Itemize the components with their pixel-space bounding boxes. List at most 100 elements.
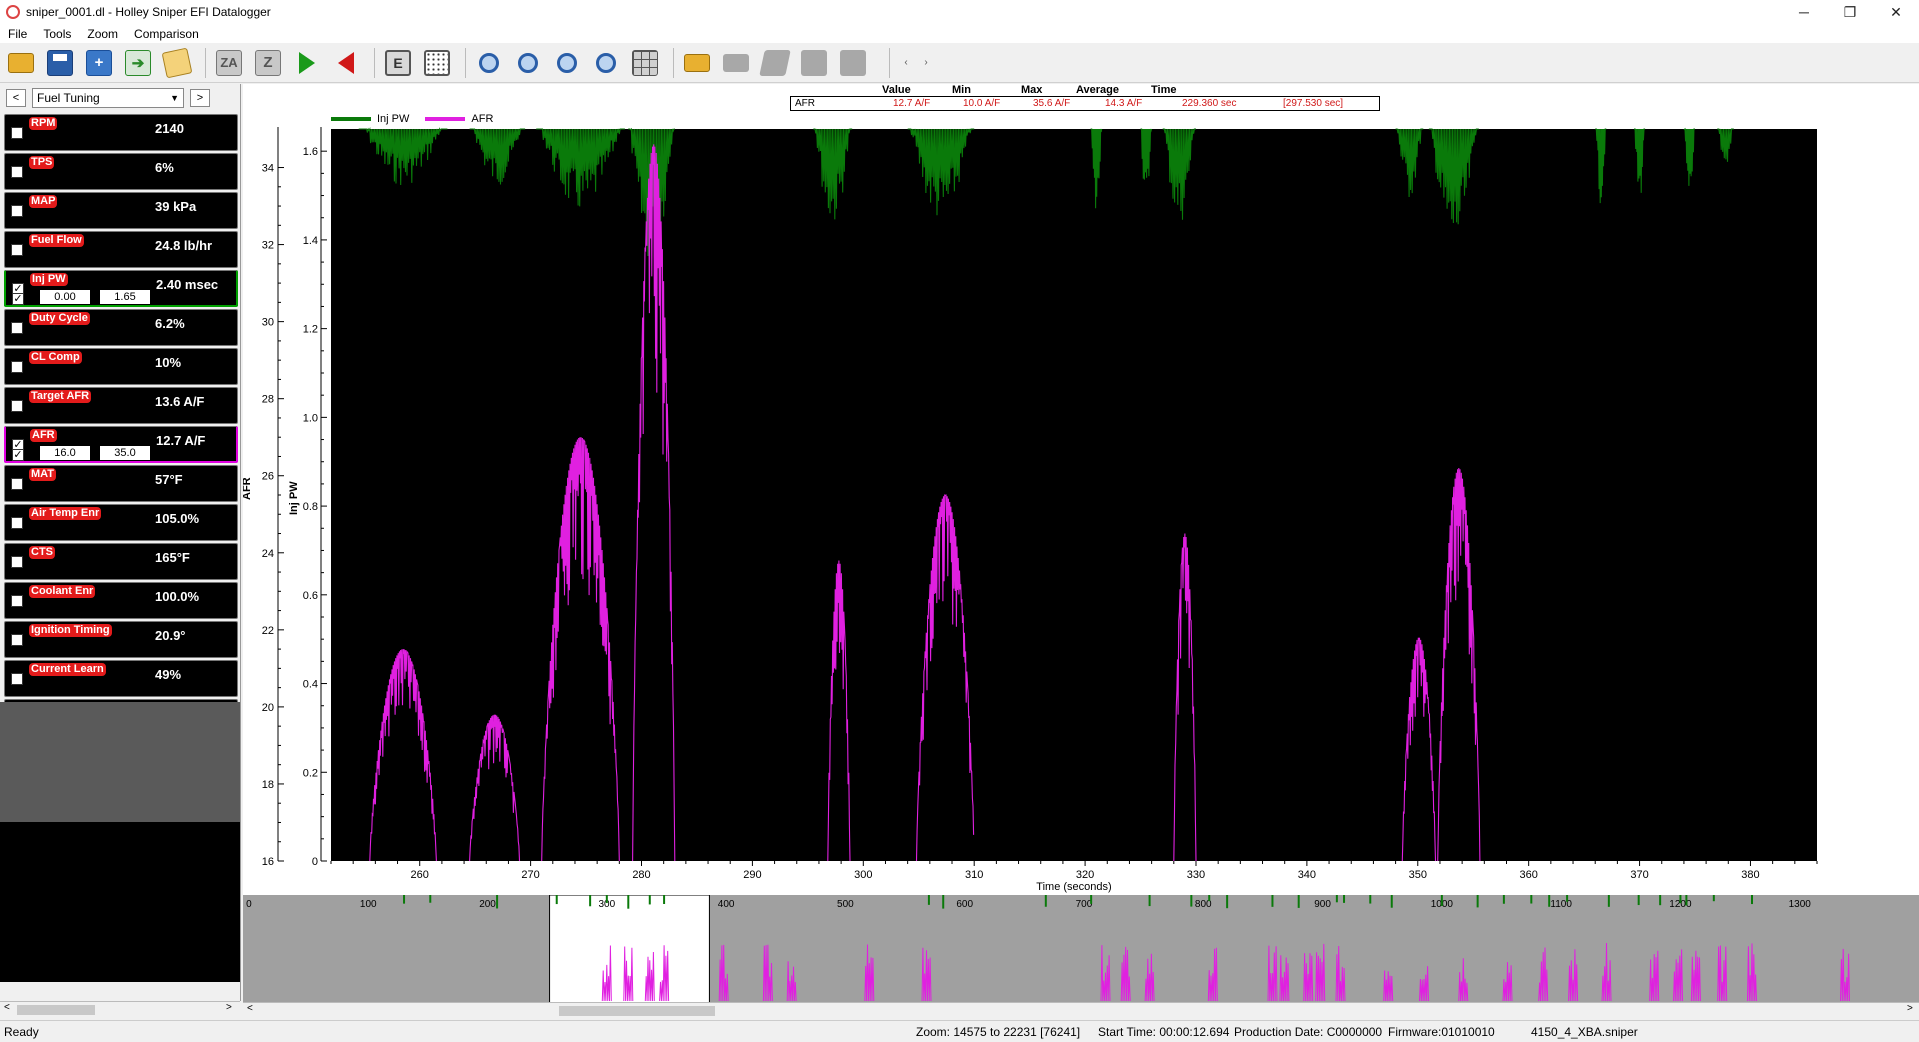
restore-button[interactable]: ❐ xyxy=(1827,0,1873,24)
channel-checkbox-fuel-flow[interactable] xyxy=(11,244,23,256)
minimize-button[interactable]: ─ xyxy=(1781,0,1827,24)
scroll-left-arrow[interactable]: < xyxy=(4,1002,10,1013)
zoom-out-icon xyxy=(518,52,538,73)
gray-square-button[interactable] xyxy=(797,47,831,79)
main-chart[interactable]: 1618202224262830323400.20.40.60.81.01.21… xyxy=(243,84,1919,895)
channel-row[interactable]: Fuel Flow 24.8 lb/hr xyxy=(4,231,238,268)
compare-gray-button[interactable] xyxy=(758,47,792,79)
e-button[interactable]: E xyxy=(381,47,415,79)
channel-row[interactable]: Target AFR 13.6 A/F xyxy=(4,387,238,424)
x-tick-label: 360 xyxy=(1519,869,1537,881)
afr-tick-label: 16 xyxy=(262,856,274,868)
toolbar-scroll-left[interactable]: ‹ xyxy=(896,50,916,76)
close-button[interactable]: ✕ xyxy=(1873,0,1919,24)
open-compare-button[interactable] xyxy=(680,47,714,79)
overview-chart[interactable]: 0100200300400500600700800900100011001200… xyxy=(243,894,1919,1004)
channel-checkbox-ignition-timing[interactable] xyxy=(11,634,23,646)
chart-area[interactable]: 16 18 20 22 24 26 28 30 32 34 0 0.2 0.4 0.6 0.8 1.0 1.2 1… xyxy=(243,84,1919,895)
folder-gray-button[interactable] xyxy=(719,47,753,79)
zoom-reset-button[interactable]: Z xyxy=(251,47,285,79)
channel-row[interactable]: ✓ ✓ Inj PW 2.40 msec 0.00 1.65 xyxy=(4,270,238,307)
channel-row[interactable]: MAP 39 kPa xyxy=(4,192,238,229)
panel-black-area xyxy=(0,822,240,982)
gray-square-button-2[interactable] xyxy=(836,47,870,79)
overview-strip[interactable]: 0100200300400500600700800900100011001200… xyxy=(243,894,1919,1004)
channel-checkbox-air-temp-enr[interactable] xyxy=(11,517,23,529)
channel-value-duty-cycle: 6.2% xyxy=(155,316,185,331)
channel-checkbox-tps[interactable] xyxy=(11,166,23,178)
channel-row[interactable]: RPM 2140 xyxy=(4,114,238,151)
channel-checkbox-map[interactable] xyxy=(11,205,23,217)
overview-afr-mark xyxy=(1568,949,1579,1002)
zoom-in-button[interactable] xyxy=(472,47,506,79)
channel-checkbox-target-afr[interactable] xyxy=(11,400,23,412)
menu-comparison[interactable]: Comparison xyxy=(126,27,207,41)
range-max-input-afr[interactable]: 35.0 xyxy=(100,446,150,460)
channel-row[interactable]: CTS 165°F xyxy=(4,543,238,580)
scroll-left-arrow[interactable]: < xyxy=(247,1003,253,1014)
channel-checkbox-rpm[interactable] xyxy=(11,127,23,139)
chart-scrollbar[interactable]: < > xyxy=(243,1002,1919,1018)
range-min-input-inj-pw[interactable]: 0.00 xyxy=(40,290,90,304)
channel-row[interactable]: CL Comp 10% xyxy=(4,348,238,385)
x-tick-label: 300 xyxy=(854,869,872,881)
range-checkbox-afr[interactable]: ✓ xyxy=(12,449,24,461)
prev-preset-button[interactable]: < xyxy=(6,89,26,107)
channel-checkbox-cl-comp[interactable] xyxy=(11,361,23,373)
channel-row[interactable]: Current Learn 49% xyxy=(4,660,238,697)
table-button[interactable] xyxy=(628,47,662,79)
save-button[interactable] xyxy=(43,47,77,79)
stats-value: 12.7 A/F xyxy=(893,98,931,109)
channel-checkbox-cts[interactable] xyxy=(11,556,23,568)
rewind-button[interactable] xyxy=(329,47,363,79)
scroll-right-arrow[interactable]: > xyxy=(1907,1003,1913,1014)
zoom-a-button[interactable]: ZA xyxy=(212,47,246,79)
scroll-thumb[interactable] xyxy=(559,1006,715,1016)
channel-value-cts: 165°F xyxy=(155,550,190,565)
range-min-input-afr[interactable]: 16.0 xyxy=(40,446,90,460)
scroll-thumb[interactable] xyxy=(17,1005,95,1015)
channel-row[interactable]: Coolant Enr 100.0% xyxy=(4,582,238,619)
menu-zoom[interactable]: Zoom xyxy=(79,27,126,41)
add-channel-button[interactable]: + xyxy=(82,47,116,79)
notes-button[interactable] xyxy=(160,47,194,79)
channel-row[interactable]: MAT 57°F xyxy=(4,465,238,502)
range-checkbox-inj-pw[interactable]: ✓ xyxy=(12,293,24,305)
channel-checkbox-mat[interactable] xyxy=(11,478,23,490)
zoom-out-button[interactable] xyxy=(511,47,545,79)
channel-value-tps: 6% xyxy=(155,160,174,175)
toolbar-scroll-right[interactable]: › xyxy=(916,50,936,76)
channel-row[interactable]: TPS 6% xyxy=(4,153,238,190)
grid-button[interactable] xyxy=(420,47,454,79)
preset-dropdown[interactable]: Fuel Tuning ▼ xyxy=(32,88,184,108)
zoom-select-button[interactable] xyxy=(589,47,623,79)
overview-afr-mark xyxy=(921,947,932,1002)
channel-label-mat: MAT xyxy=(29,468,57,481)
channel-checkbox-duty-cycle[interactable] xyxy=(11,322,23,334)
menu-file[interactable]: File xyxy=(0,27,35,41)
zoom-fit-button[interactable] xyxy=(550,47,584,79)
legend-afr-label: AFR xyxy=(471,113,494,125)
channel-checkbox-current-learn[interactable] xyxy=(11,673,23,685)
overview-tick-label: 1100 xyxy=(1550,899,1572,910)
export-button[interactable]: ➔ xyxy=(121,47,155,79)
menu-tools[interactable]: Tools xyxy=(35,27,79,41)
channel-row[interactable]: Ignition Timing 20.9° xyxy=(4,621,238,658)
next-preset-button[interactable]: > xyxy=(190,89,210,107)
afr-tick-label: 24 xyxy=(262,548,274,560)
range-max-input-inj-pw[interactable]: 1.65 xyxy=(100,290,150,304)
stats-header-value: Value xyxy=(882,84,911,96)
afr-tick-label: 28 xyxy=(262,394,274,406)
channel-row[interactable]: Air Temp Enr 105.0% xyxy=(4,504,238,541)
play-button[interactable] xyxy=(290,47,324,79)
status-bar: Ready Zoom: 14575 to 22231 [76241] Start… xyxy=(0,1020,1919,1042)
x-tick-label: 320 xyxy=(1076,869,1094,881)
scroll-right-arrow[interactable]: > xyxy=(226,1002,232,1013)
open-button[interactable] xyxy=(4,47,38,79)
channel-row[interactable]: Duty Cycle 6.2% xyxy=(4,309,238,346)
channel-row[interactable]: ✓ ✓ AFR 12.7 A/F 16.0 35.0 xyxy=(4,426,238,463)
channel-panel-scrollbar[interactable]: < > xyxy=(0,1001,240,1017)
status-ready: Ready xyxy=(4,1025,39,1039)
channel-checkbox-coolant-enr[interactable] xyxy=(11,595,23,607)
plot-background xyxy=(331,129,1817,861)
